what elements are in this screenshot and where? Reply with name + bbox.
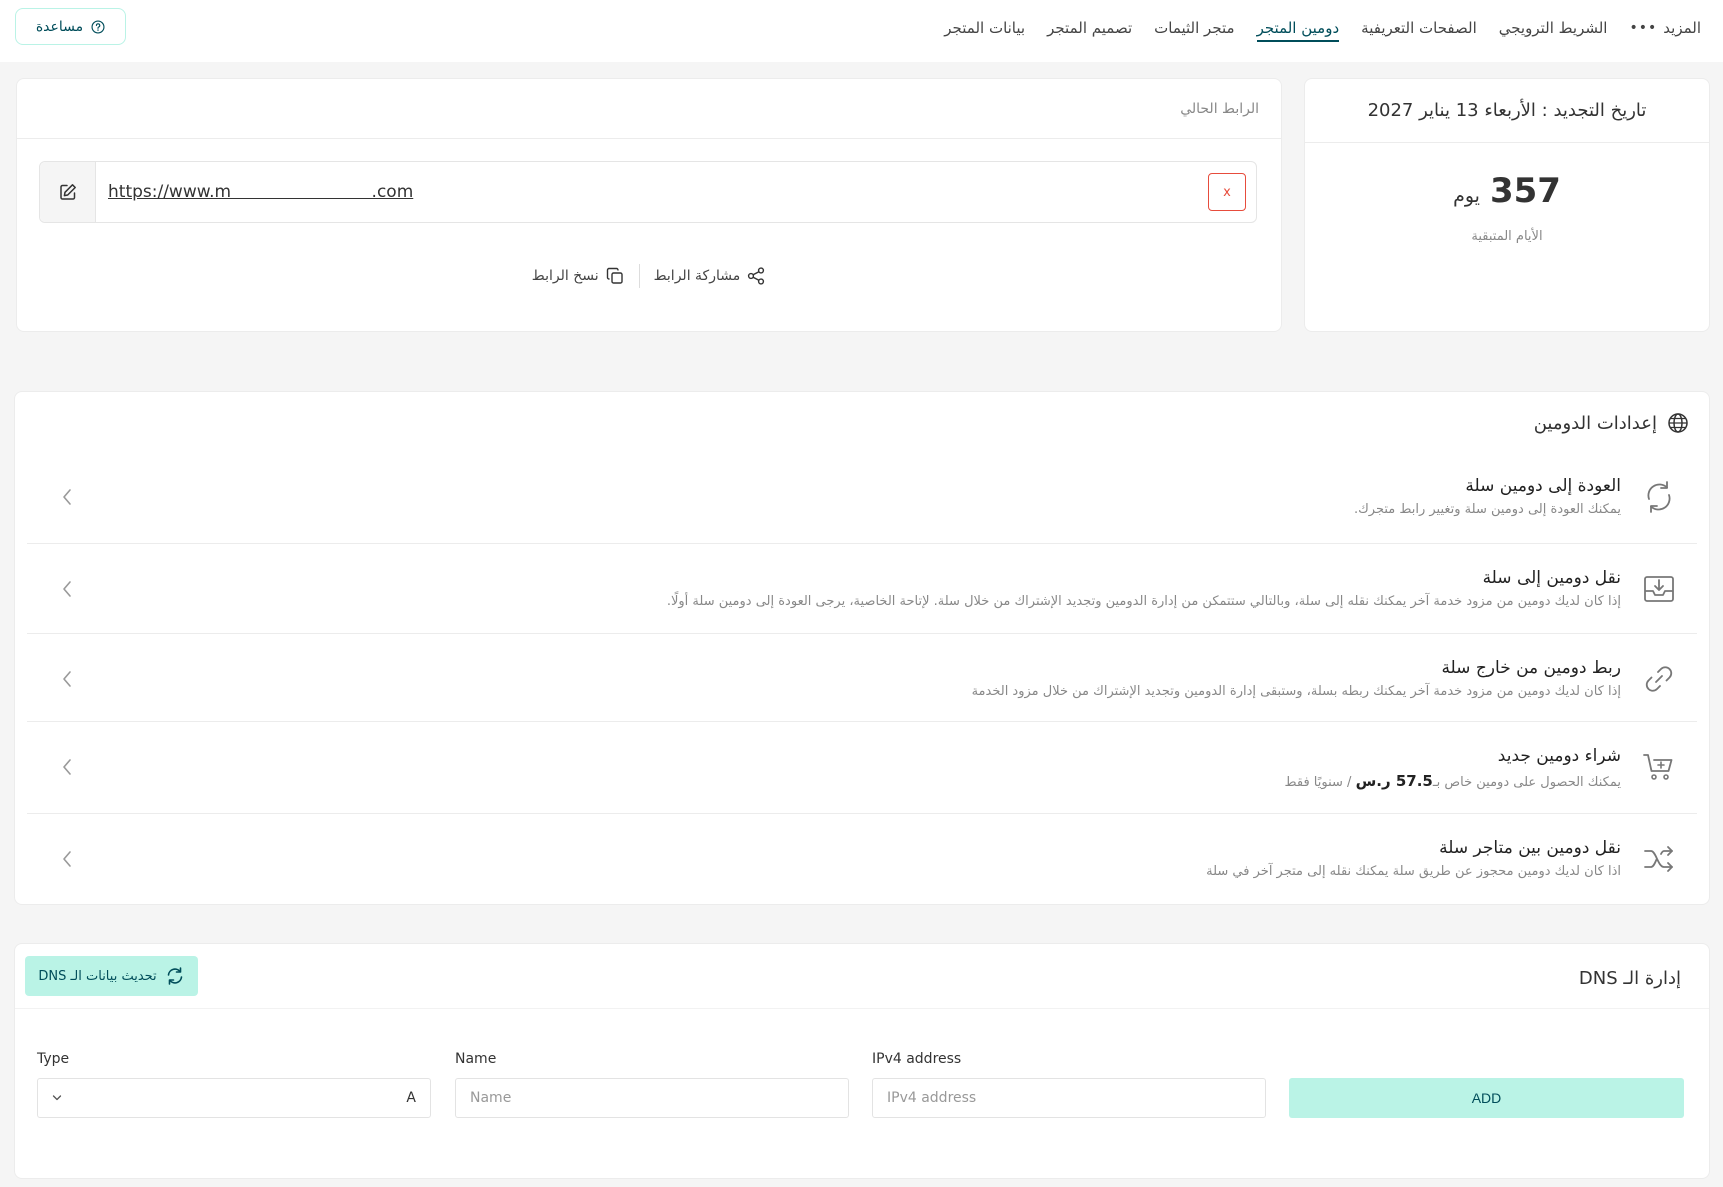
store-tabs: بيانات المتجر تصميم المتجر متجر الثيمات … xyxy=(933,0,1712,56)
chevron-left-icon xyxy=(61,488,73,506)
copy-icon xyxy=(605,266,625,286)
option-revert-to-salla-domain[interactable]: العودة إلى دومين سلة يمكنك العودة إلى دو… xyxy=(27,454,1697,544)
tab-store-domain[interactable]: دومين المتجر xyxy=(1246,0,1351,56)
option-title: ربط دومين من خارج سلة xyxy=(1441,658,1621,678)
url-field: https://www.m .com x xyxy=(39,161,1257,223)
type-select[interactable]: A xyxy=(37,1078,431,1118)
refresh-dns-label: تحديث بيانات الـ DNS xyxy=(38,968,157,984)
chevron-left-icon xyxy=(61,758,73,776)
remaining-days: 357 يوم xyxy=(1305,171,1709,211)
option-title: نقل دومين إلى سلة xyxy=(1482,568,1621,588)
link-actions: مشاركة الرابط نسخ الرابط xyxy=(17,264,1281,288)
option-transfer-between-stores[interactable]: نقل دومين بين متاجر سلة اذا كان لديك دوم… xyxy=(27,816,1697,904)
option-description: اذا كان لديك دومين محجوز عن طريق سلة يمك… xyxy=(1206,864,1621,879)
chevron-down-icon xyxy=(52,1094,62,1102)
copy-link-button[interactable]: نسخ الرابط xyxy=(518,266,639,286)
cart-plus-icon xyxy=(1641,749,1677,785)
renewal-card: تاريخ التجديد : الأربعاء 13 يناير 2027 3… xyxy=(1304,78,1710,332)
option-title: العودة إلى دومين سلة xyxy=(1465,476,1621,496)
shuffle-icon xyxy=(1641,841,1677,877)
current-link-heading: الرابط الحالي xyxy=(1180,101,1259,117)
current-url[interactable]: https://www.m .com xyxy=(108,182,1208,202)
domain-price: 57.5 ر.س xyxy=(1355,772,1433,790)
tab-landing-pages[interactable]: الصفحات التعريفية xyxy=(1350,0,1488,56)
clear-link-button[interactable]: x xyxy=(1208,173,1246,211)
tab-more[interactable]: المزيد ••• xyxy=(1618,0,1712,56)
refresh-dns-button[interactable]: تحديث بيانات الـ DNS xyxy=(25,956,198,996)
current-link-header: الرابط الحالي xyxy=(17,79,1281,139)
tab-theme-store[interactable]: متجر الثيمات xyxy=(1143,0,1245,56)
share-icon xyxy=(746,266,766,286)
chevron-left-icon xyxy=(61,670,73,688)
refresh-icon xyxy=(165,966,185,986)
dns-title: إدارة الـ DNS xyxy=(1578,968,1681,989)
domain-settings-card: إعدادات الدومين العودة إلى دومين سلة يمك… xyxy=(14,391,1710,905)
chevron-left-icon xyxy=(61,850,73,868)
current-link-card: الرابط الحالي https://www.m .com x مشارك… xyxy=(16,78,1282,332)
dns-management-card: إدارة الـ DNS تحديث بيانات الـ DNS Type … xyxy=(14,943,1710,1179)
edit-link-button[interactable] xyxy=(40,162,96,222)
globe-icon xyxy=(1667,412,1689,434)
name-label: Name xyxy=(455,1051,497,1067)
remaining-days-unit: يوم xyxy=(1453,185,1480,207)
type-select-value: A xyxy=(406,1090,416,1106)
share-link-label: مشاركة الرابط xyxy=(653,268,741,284)
option-transfer-domain-to-salla[interactable]: نقل دومين إلى سلة إذا كان لديك دومين من … xyxy=(27,546,1697,634)
domain-settings-header: إعدادات الدومين xyxy=(1534,412,1689,434)
question-circle-icon xyxy=(91,19,105,34)
option-description: إذا كان لديك دومين من مزود خدمة آخر يمكن… xyxy=(971,684,1621,699)
type-label: Type xyxy=(37,1051,70,1067)
tab-store-design[interactable]: تصميم المتجر xyxy=(1036,0,1143,56)
option-description: إذا كان لديك دومين من مزود خدمة آخر يمكن… xyxy=(666,594,1621,609)
edit-pencil-icon xyxy=(58,182,78,202)
desc-suffix: / سنويًا فقط xyxy=(1284,775,1356,790)
tab-promo-bar[interactable]: الشريط الترويجي xyxy=(1488,0,1619,56)
link-icon xyxy=(1641,661,1677,697)
option-description: يمكنك الحصول على دومين خاص بـ57.5 ر.س / … xyxy=(1285,772,1621,790)
option-title: شراء دومين جديد xyxy=(1497,746,1621,766)
refresh-arrows-icon xyxy=(1641,479,1677,515)
tab-store-data[interactable]: بيانات المتجر xyxy=(933,0,1036,56)
help-button[interactable]: مساعدة xyxy=(15,8,126,45)
ip-label: IPv4 address xyxy=(872,1051,962,1067)
share-link-button[interactable]: مشاركة الرابط xyxy=(640,266,781,286)
renewal-date: تاريخ التجديد : الأربعاء 13 يناير 2027 xyxy=(1305,79,1709,143)
remaining-days-label: الأيام المتبقية xyxy=(1471,229,1543,244)
chevron-left-icon xyxy=(61,580,73,598)
inbox-download-icon xyxy=(1641,571,1677,607)
option-buy-new-domain[interactable]: شراء دومين جديد يمكنك الحصول على دومين خ… xyxy=(27,724,1697,814)
remaining-days-value: 357 xyxy=(1489,171,1561,211)
name-input[interactable] xyxy=(455,1078,849,1118)
add-record-button[interactable]: ADD xyxy=(1289,1078,1684,1118)
copy-link-label: نسخ الرابط xyxy=(531,268,599,284)
actions-divider xyxy=(638,264,640,288)
help-label: مساعدة xyxy=(35,18,84,35)
dns-divider xyxy=(15,1008,1709,1009)
ipv4-input[interactable] xyxy=(872,1078,1266,1118)
option-connect-external-domain[interactable]: ربط دومين من خارج سلة إذا كان لديك دومين… xyxy=(27,636,1697,722)
option-description: يمكنك العودة إلى دومين سلة وتغيير رابط م… xyxy=(1353,502,1621,517)
domain-settings-title: إعدادات الدومين xyxy=(1533,412,1657,434)
option-title: نقل دومين بين متاجر سلة xyxy=(1439,838,1621,858)
more-dots-icon: ••• xyxy=(1629,20,1658,36)
desc-prefix: يمكنك الحصول على دومين خاص بـ xyxy=(1432,775,1621,790)
